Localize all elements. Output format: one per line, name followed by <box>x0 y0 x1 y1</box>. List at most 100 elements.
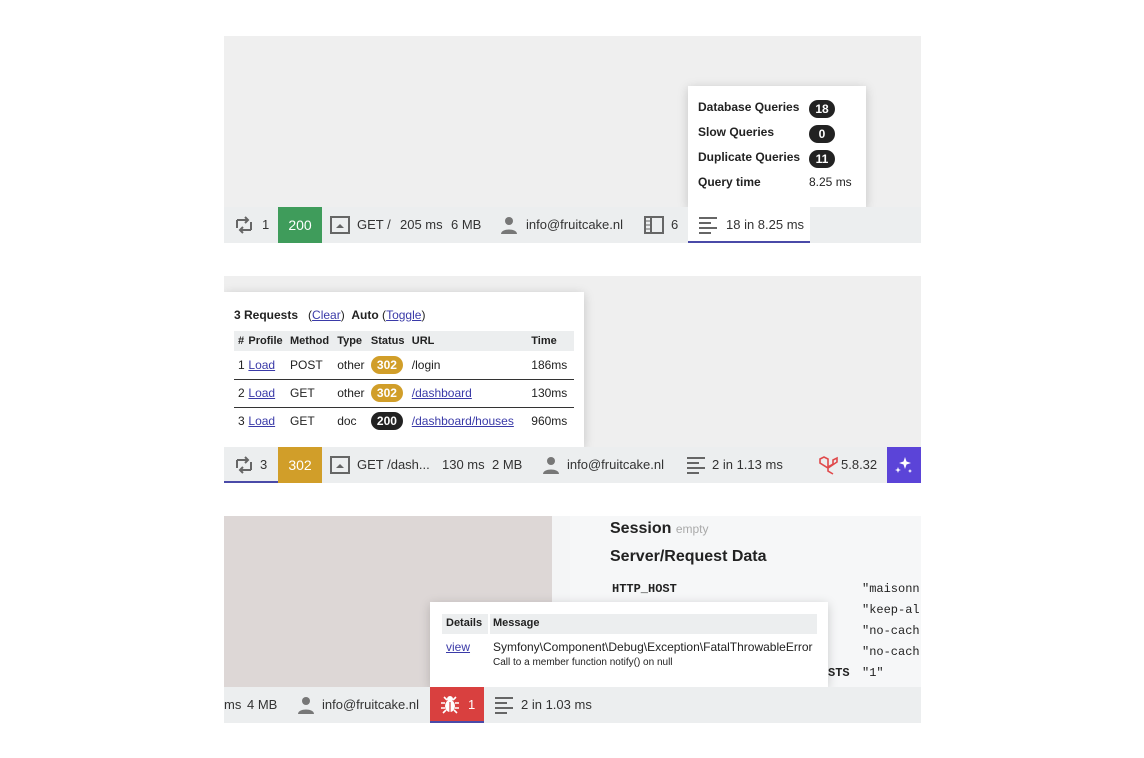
route-icon <box>330 456 350 474</box>
row-type: other <box>337 386 365 400</box>
col-num: # <box>238 335 245 347</box>
duration: 130 ms <box>442 457 485 472</box>
requests-tab[interactable]: 1 <box>224 207 278 243</box>
row-type: doc <box>337 414 357 429</box>
status-code-badge[interactable]: 200 <box>278 207 322 243</box>
auto-label: Auto <box>351 308 379 322</box>
col-url: URL <box>411 335 435 347</box>
col-time: Time <box>531 335 557 347</box>
laravel-version-tab[interactable]: 5.8.32 <box>804 447 887 483</box>
queries-icon <box>687 457 705 474</box>
row-method: GET <box>290 386 315 400</box>
url-link[interactable]: /dashboard <box>412 386 472 400</box>
tooltip-row: Duplicate Queries <box>698 150 801 164</box>
database-queries-badge: 18 <box>809 100 835 118</box>
queries-tooltip: Database Queries 18 Slow Queries 0 Dupli… <box>688 86 866 208</box>
clear-link[interactable]: Clear <box>312 308 341 322</box>
load-link[interactable]: Load <box>248 386 275 400</box>
laravel-version: 5.8.32 <box>841 457 878 472</box>
col-divider <box>488 614 490 634</box>
row-type: other <box>337 357 365 372</box>
queries-summary: 18 in 8.25 ms <box>726 217 805 232</box>
panel-2: 3 Requests (Clear) Auto (Toggle) # Profi… <box>224 276 921 483</box>
exceptions-popup: Details Message view Symfony\Component\D… <box>430 602 828 687</box>
status-badge: 302 <box>370 384 403 402</box>
tooltip-row: Database Queries <box>698 100 800 114</box>
history-header-row: # Profile Method Type Status URL Time <box>234 331 574 351</box>
server-data-value: "no-cach <box>862 624 920 638</box>
exceptions-header-row: Details Message <box>442 614 817 634</box>
col-method: Method <box>290 335 330 347</box>
history-header: 3 Requests (Clear) Auto (Toggle) <box>234 308 426 322</box>
duration-partial: ms <box>224 697 242 712</box>
duration: 205 ms <box>400 217 443 232</box>
row-method: GET <box>290 414 315 429</box>
col-status: Status <box>370 335 405 347</box>
panel-1: Database Queries 18 Slow Queries 0 Dupli… <box>224 36 921 243</box>
requests-icon <box>236 456 252 474</box>
requests-tab[interactable]: 3 <box>224 447 278 483</box>
table-row[interactable]: 2 Load GET other 302 /dashboard 130ms <box>234 379 574 407</box>
slow-queries-badge: 0 <box>809 125 835 143</box>
views-tab[interactable]: 6 <box>636 207 688 243</box>
queries-icon <box>495 697 513 714</box>
queries-summary: 2 in 1.13 ms <box>712 457 783 472</box>
clockwork-button[interactable] <box>887 447 921 483</box>
views-icon <box>644 216 664 234</box>
user-tab[interactable]: info@fruitcake.nl <box>532 447 676 483</box>
user-icon <box>543 457 559 474</box>
load-link[interactable]: Load <box>248 414 275 428</box>
queries-tab[interactable]: 2 in 1.13 ms <box>676 447 804 483</box>
requests-count: 3 <box>260 457 268 472</box>
server-data-value: "maisonn <box>862 582 920 596</box>
exceptions-tab[interactable]: 1 <box>430 687 484 723</box>
user-email: info@fruitcake.nl <box>322 697 420 712</box>
toggle-link[interactable]: Toggle <box>386 308 421 322</box>
memory: 2 MB <box>492 457 523 472</box>
user-tab[interactable]: info@fruitcake.nl <box>288 687 430 723</box>
memory: 6 MB <box>451 217 482 232</box>
row-num: 1 <box>238 357 245 372</box>
debugbar: 3 302 GET /dash... 130 ms 2 MB info@frui… <box>224 447 921 483</box>
col-profile: Profile <box>248 335 283 347</box>
user-tab[interactable]: info@fruitcake.nl <box>490 207 636 243</box>
duplicate-queries-badge: 11 <box>809 150 835 168</box>
bug-icon <box>441 696 459 714</box>
status-badge: 302 <box>370 355 403 374</box>
requests-count: 1 <box>262 217 270 232</box>
row-num: 3 <box>238 414 245 429</box>
clockwork-icon <box>895 457 912 473</box>
status-code-badge[interactable]: 302 <box>278 447 322 483</box>
server-data-row: HTTP_HOST <box>612 582 677 596</box>
user-icon <box>501 217 517 234</box>
route-tab[interactable]: GET /dash... 130 ms 2 MB <box>322 447 532 483</box>
load-link[interactable]: Load <box>248 358 275 372</box>
queries-tab[interactable]: 2 in 1.03 ms <box>484 687 610 723</box>
col-details: Details <box>446 617 483 629</box>
history-title: 3 Requests <box>234 308 299 322</box>
server-data-value: "no-cach <box>862 645 920 659</box>
request-history-popup: 3 Requests (Clear) Auto (Toggle) # Profi… <box>224 292 584 447</box>
panel-3: Session empty Server/Request Data HTTP_H… <box>224 516 921 723</box>
tooltip-row: Slow Queries <box>698 125 775 139</box>
row-url: /login <box>411 357 441 372</box>
tooltip-row: Query time <box>698 175 761 189</box>
route-label: GET /dash... <box>357 457 430 472</box>
views-count: 6 <box>671 217 679 232</box>
queries-summary: 2 in 1.03 ms <box>521 697 592 712</box>
exception-message: Call to a member function notify() on nu… <box>493 657 673 668</box>
session-heading: Session empty <box>610 520 709 538</box>
view-exception-link[interactable]: view <box>446 640 470 654</box>
route-tab[interactable]: GET / 205 ms 6 MB <box>322 207 490 243</box>
session-empty: empty <box>675 522 709 536</box>
queries-tab[interactable]: 18 in 8.25 ms <box>688 207 810 243</box>
url-link[interactable]: /dashboard/houses <box>412 414 514 428</box>
server-data-heading: Server/Request Data <box>610 548 767 565</box>
debugbar: 1 200 GET / 205 ms 6 MB info@fruitcake.n… <box>224 207 921 243</box>
user-email: info@fruitcake.nl <box>526 217 624 232</box>
row-method: POST <box>290 357 323 372</box>
table-row[interactable]: 1 Load POST other 302 /login 186ms <box>234 351 574 379</box>
row-time: 130ms <box>531 386 568 400</box>
table-row[interactable]: 3 Load GET doc 200 /dashboard/houses 960… <box>234 407 574 435</box>
queries-icon <box>699 217 717 234</box>
